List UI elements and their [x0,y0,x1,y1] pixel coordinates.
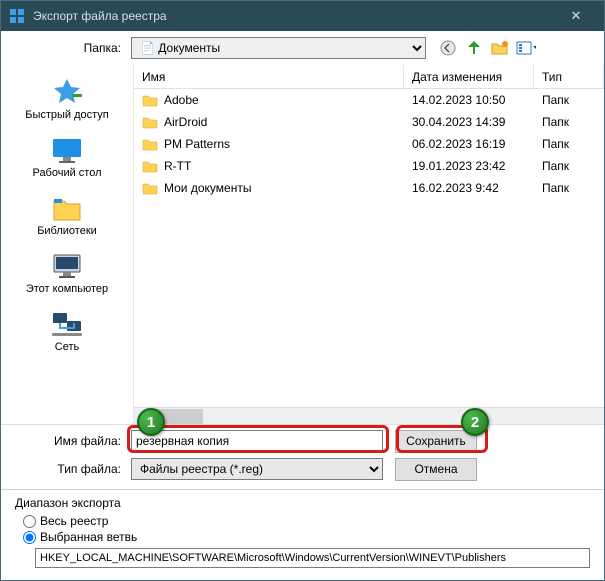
desktop-icon [50,135,84,165]
file-name: PM Patterns [164,137,230,151]
sidebar-label: Рабочий стол [32,167,101,179]
export-range-group: Диапазон экспорта Весь реестр Выбранная … [1,490,604,580]
file-type: Папк [534,133,604,155]
col-name[interactable]: Имя [134,65,404,88]
file-name: Adobe [164,93,199,107]
sidebar-label: Библиотеки [37,225,97,237]
folder-icon [142,181,158,195]
file-list-pane: Имя Дата изменения Тип Adobe 14.02.2023 1… [133,65,604,424]
filetype-row: Тип файла: Файлы реестра (*.reg) Отмена [11,455,594,483]
filetype-select[interactable]: Файлы реестра (*.reg) [131,458,383,480]
new-folder-icon[interactable] [490,38,510,58]
file-date: 30.04.2023 14:39 [404,111,534,133]
file-date: 16.02.2023 9:42 [404,177,534,199]
annotation-badge-2: 2 [461,408,489,436]
branch-path-input[interactable] [35,548,590,568]
filename-row: Имя файла: Сохранить [11,427,594,455]
sidebar-label: Сеть [55,341,79,353]
filename-label: Имя файла: [11,434,131,448]
star-icon [50,77,84,107]
sidebar-item-libraries[interactable]: Библиотеки [1,191,133,239]
export-range-title: Диапазон экспорта [15,496,590,510]
file-date: 19.01.2023 23:42 [404,155,534,177]
sidebar-item-quickaccess[interactable]: Быстрый доступ [1,75,133,123]
app-icon [9,8,25,24]
libraries-icon [50,193,84,223]
pc-icon [50,251,84,281]
annotation-badge-1: 1 [137,408,165,436]
sidebar-item-network[interactable]: Сеть [1,307,133,355]
file-row[interactable]: R-TT 19.01.2023 23:42Папк [134,155,604,177]
h-scrollbar[interactable] [134,407,604,424]
file-list-header: Имя Дата изменения Тип [134,65,604,89]
folder-icon [142,159,158,173]
save-button[interactable]: Сохранить [395,430,477,453]
view-menu-icon[interactable] [516,38,536,58]
file-row[interactable]: Adobe 14.02.2023 10:50Папк [134,89,604,111]
file-type: Папк [534,155,604,177]
file-row[interactable]: Мои документы 16.02.2023 9:42Папк [134,177,604,199]
back-icon[interactable] [438,38,458,58]
close-button[interactable]: ✕ [556,8,596,24]
folder-select[interactable]: 📄 Документы [131,37,426,59]
filename-input[interactable] [131,430,383,452]
col-type[interactable]: Тип [534,65,604,88]
radio-all-input[interactable] [23,515,36,528]
places-sidebar: Быстрый доступ Рабочий стол Библиотеки Э… [1,65,133,424]
save-dialog-window: Экспорт файла реестра ✕ Папка: 📄 Докумен… [0,0,605,581]
file-name: Мои документы [164,181,251,195]
bottom-fields: Имя файла: Сохранить Тип файла: Файлы ре… [1,425,604,489]
cancel-button[interactable]: Отмена [395,458,477,481]
toolbar-icons [438,38,536,58]
sidebar-label: Этот компьютер [26,283,108,295]
sidebar-item-thispc[interactable]: Этот компьютер [1,249,133,297]
folder-icon [142,115,158,129]
network-icon [50,309,84,339]
filetype-label: Тип файла: [11,462,131,476]
file-name: R-TT [164,159,191,173]
file-date: 14.02.2023 10:50 [404,89,534,111]
radio-selected-branch[interactable]: Выбранная ветвь [23,530,590,544]
folder-icon [142,93,158,107]
folder-label: Папка: [11,41,131,55]
file-date: 06.02.2023 16:19 [404,133,534,155]
sidebar-label: Быстрый доступ [25,109,109,121]
up-icon[interactable] [464,38,484,58]
col-date[interactable]: Дата изменения [404,65,534,88]
sidebar-item-desktop[interactable]: Рабочий стол [1,133,133,181]
radio-all-registry[interactable]: Весь реестр [23,514,590,528]
file-type: Папк [534,111,604,133]
main-area: Быстрый доступ Рабочий стол Библиотеки Э… [1,65,604,425]
file-list: Adobe14.02.2023 10:50ПапкAirDroid30.04.2… [134,89,604,407]
folder-bar: Папка: 📄 Документы [1,31,604,65]
file-row[interactable]: PM Patterns 06.02.2023 16:19Папк [134,133,604,155]
folder-icon [142,137,158,151]
file-type: Папк [534,89,604,111]
file-type: Папк [534,177,604,199]
file-row[interactable]: AirDroid 30.04.2023 14:39Папк [134,111,604,133]
radio-branch-input[interactable] [23,531,36,544]
titlebar: Экспорт файла реестра ✕ [1,1,604,31]
file-name: AirDroid [164,115,207,129]
window-title: Экспорт файла реестра [33,9,556,23]
